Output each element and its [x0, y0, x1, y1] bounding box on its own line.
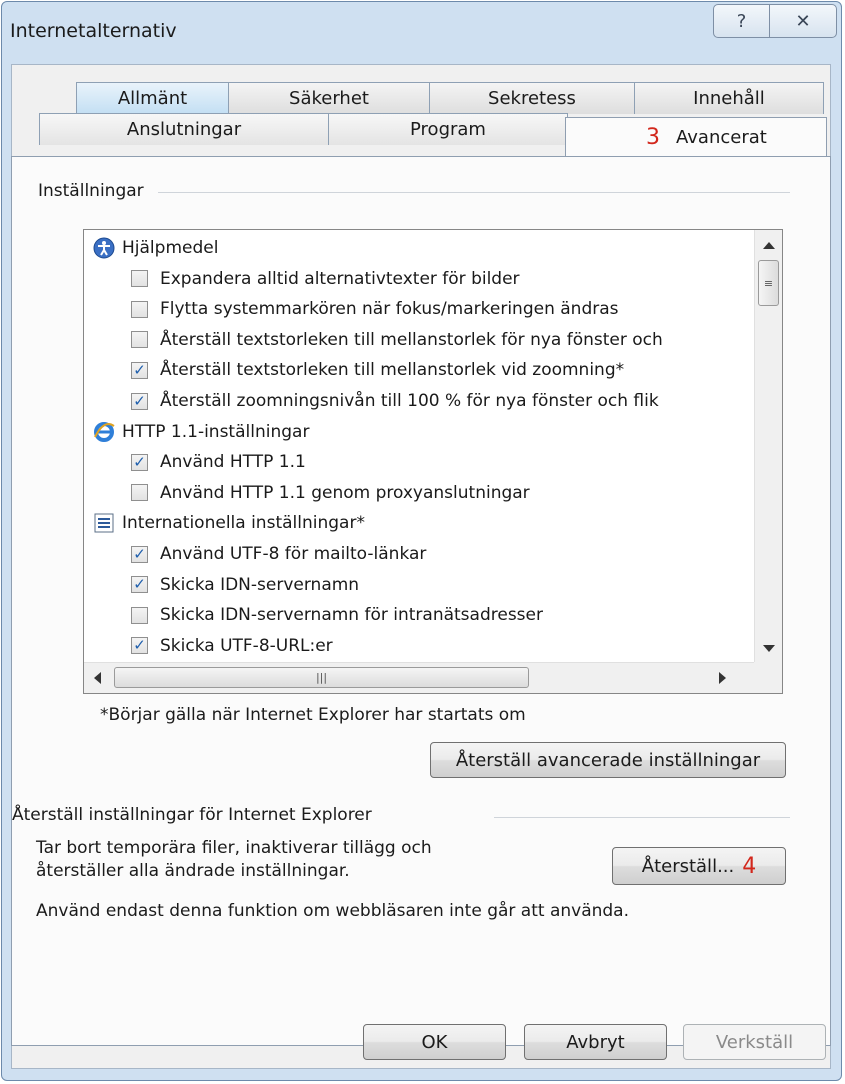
scrollbar-corner: [754, 662, 782, 693]
reset-advanced-button[interactable]: Återställ avancerade inställningar: [430, 742, 786, 778]
scroll-down-icon[interactable]: [763, 645, 775, 652]
reset-button[interactable]: Återställ... 4: [612, 847, 786, 885]
checkbox-checked[interactable]: ✓: [131, 545, 148, 563]
reset-description-line2: återställer alla ändrade inställningar.: [36, 861, 350, 881]
settings-option[interactable]: Skicka IDN-servernamn för intranätsadres…: [131, 601, 543, 629]
tab-anslutningar[interactable]: Anslutningar: [39, 113, 329, 145]
tab-sekretess[interactable]: Sekretess: [429, 82, 635, 114]
option-label: Använd HTTP 1.1 genom proxyanslutningar: [160, 482, 530, 503]
horizontal-scrollbar[interactable]: |||: [84, 662, 768, 693]
scroll-right-icon[interactable]: [719, 672, 726, 684]
settings-category: Hjälpmedel: [92, 234, 218, 262]
settings-option[interactable]: Expandera alltid alternativtexter för bi…: [131, 265, 520, 293]
tab-label: Anslutningar: [126, 119, 242, 140]
checkbox-checked[interactable]: ✓: [131, 576, 148, 594]
restart-footnote: *Börjar gälla när Internet Explorer har …: [100, 705, 526, 725]
tab-allmant[interactable]: Allmänt: [76, 82, 229, 114]
settings-option[interactable]: ✓ Återställ zoomningsnivån till 100 % för…: [131, 387, 659, 415]
option-label: Internationella inställningar*: [122, 513, 365, 534]
button-label: Återställ...: [641, 855, 735, 877]
checkbox-unchecked[interactable]: [131, 484, 148, 502]
tab-label: Sekretess: [488, 88, 576, 109]
settings-option[interactable]: Flytta systemmarkören när fokus/markerin…: [131, 295, 619, 323]
reset-description-line1: Tar bort temporära filer, inaktiverar ti…: [36, 838, 432, 858]
settings-category: HTTP 1.1-inställningar: [92, 418, 309, 446]
reset-group-label: Återställ inställningar för Internet Exp…: [12, 805, 378, 825]
tab-label: Program: [410, 119, 486, 140]
option-label: Skicka IDN-servernamn för intranätsadres…: [160, 605, 543, 626]
button-label: OK: [421, 1031, 448, 1053]
option-label: Återställ zoomningsnivån till 100 % för …: [160, 391, 659, 411]
option-label: Skicka IDN-servernamn: [160, 574, 360, 595]
checkbox-unchecked[interactable]: [131, 270, 148, 288]
settings-list[interactable]: Hjälpmedel Expandera alltid alternativtex…: [83, 229, 783, 694]
settings-group-label: Inställningar: [38, 181, 150, 201]
settings-option[interactable]: ✓ Använd UTF-8 för mailto-länkar: [131, 540, 426, 568]
button-label: Avbryt: [566, 1031, 625, 1053]
tab-label: Innehåll: [693, 88, 765, 109]
option-label: Flytta systemmarkören när fokus/markerin…: [160, 299, 619, 320]
button-label: Verkställ: [715, 1031, 794, 1053]
checkbox-unchecked[interactable]: [131, 300, 148, 318]
step-marker: 4: [742, 853, 757, 879]
window-title: Internetalternativ: [10, 20, 177, 42]
scroll-up-icon[interactable]: [763, 242, 775, 249]
settings-option[interactable]: ✓ Skicka IDN-servernamn: [131, 571, 359, 599]
tab-innehall[interactable]: Innehåll: [634, 82, 824, 114]
help-icon: ?: [736, 10, 747, 32]
option-label: HTTP 1.1-inställningar: [122, 421, 310, 442]
horizontal-scroll-thumb[interactable]: |||: [114, 667, 529, 688]
close-button[interactable]: ✕: [769, 4, 837, 38]
cancel-button[interactable]: Avbryt: [524, 1024, 667, 1060]
settings-category: Internationella inställningar*: [92, 509, 365, 537]
tab-label: Allmänt: [117, 88, 188, 109]
advanced-tab-page: Inställningar Hjälpmedel Expandera alltid…: [11, 156, 831, 1046]
checkbox-checked[interactable]: ✓: [131, 361, 148, 379]
ie-icon: [92, 420, 116, 444]
tab-avancerat[interactable]: 3 Avancerat: [565, 117, 827, 157]
internet-options-dialog: Internetalternativ ? ✕ Allmänt Säkerhet …: [1, 1, 842, 1081]
option-label: Skicka UTF-8-URL:er: [160, 635, 333, 656]
dialog-body: Allmänt Säkerhet Sekretess Innehåll Ansl…: [11, 64, 831, 1069]
checkbox-checked[interactable]: ✓: [131, 453, 148, 471]
option-label: Hjälpmedel: [122, 238, 219, 258]
ok-button[interactable]: OK: [363, 1024, 506, 1060]
scroll-left-icon[interactable]: [94, 672, 101, 684]
settings-option[interactable]: Använd HTTP 1.1 genom proxyanslutningar: [131, 479, 530, 507]
option-label: Återställ textstorleken till mellanstorl…: [160, 360, 625, 381]
settings-option[interactable]: ✓ Använd HTTP 1.1: [131, 448, 306, 476]
vertical-scrollbar[interactable]: ≡: [754, 230, 782, 664]
option-label: Använd UTF-8 för mailto-länkar: [160, 544, 427, 564]
apply-button[interactable]: Verkställ: [683, 1024, 826, 1060]
option-label: Använd HTTP 1.1: [160, 452, 306, 473]
accessibility-icon: [92, 236, 116, 260]
reset-warning: Använd endast denna funktion om webbläsa…: [36, 901, 629, 921]
settings-option[interactable]: Återställ textstorleken till mellanstorl…: [131, 326, 663, 354]
list-icon: [92, 511, 116, 535]
settings-option[interactable]: ✓ Skicka UTF-8-URL:er: [131, 632, 333, 660]
option-label: Expandera alltid alternativtexter för bi…: [160, 268, 520, 289]
button-label: Återställ avancerade inställningar: [455, 749, 761, 771]
vertical-scroll-thumb[interactable]: ≡: [758, 260, 779, 306]
checkbox-unchecked[interactable]: [131, 606, 148, 624]
divider: [158, 192, 790, 193]
tab-program[interactable]: Program: [328, 113, 568, 145]
tab-sakerhet[interactable]: Säkerhet: [228, 82, 430, 114]
settings-option[interactable]: ✓ Återställ textstorleken till mellanstor…: [131, 356, 624, 384]
checkbox-checked[interactable]: ✓: [131, 637, 148, 655]
checkbox-checked[interactable]: ✓: [131, 392, 148, 410]
title-bar: Internetalternativ ? ✕: [2, 2, 841, 64]
close-icon: ✕: [795, 10, 811, 32]
tab-label: Säkerhet: [289, 88, 369, 109]
step-marker: 3: [646, 125, 660, 150]
option-label: Återställ textstorleken till mellanstorl…: [160, 329, 663, 350]
tab-label: Avancerat: [676, 127, 767, 148]
divider: [494, 817, 790, 818]
checkbox-unchecked[interactable]: [131, 331, 148, 349]
help-button[interactable]: ?: [713, 4, 770, 38]
